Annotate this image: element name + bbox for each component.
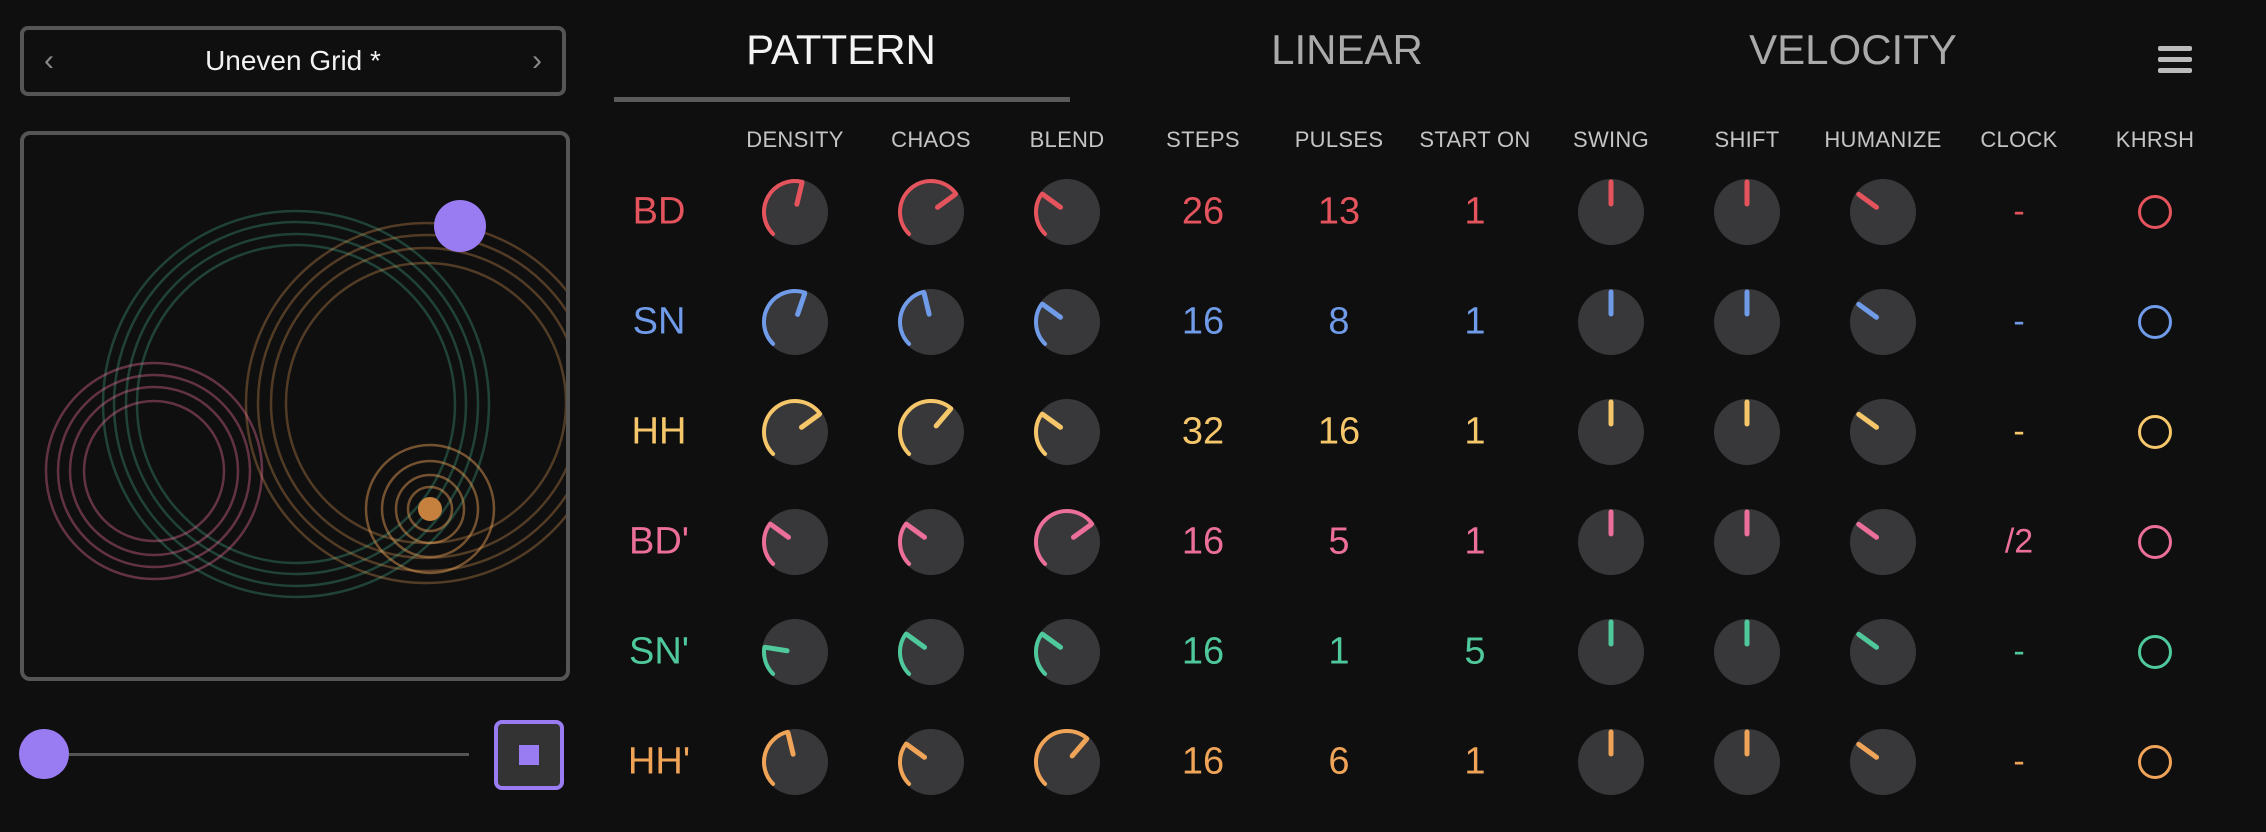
shift-knob-sn[interactable] xyxy=(1712,287,1782,357)
xy-handle[interactable] xyxy=(434,200,486,252)
swing-knob-hh[interactable] xyxy=(1576,397,1646,467)
clock-value-hh-prime[interactable]: - xyxy=(2013,743,2024,782)
start-on-value-bd-prime[interactable]: 1 xyxy=(1464,521,1485,564)
blend-knob-hh-prime[interactable] xyxy=(1032,727,1102,797)
row-label-bd-prime: BD' xyxy=(628,520,690,563)
row-label-sn: SN xyxy=(632,300,686,343)
swing-knob-sn-prime[interactable] xyxy=(1576,617,1646,687)
humanize-knob-hh-prime[interactable] xyxy=(1848,727,1918,797)
humanize-knob-sn[interactable] xyxy=(1848,287,1918,357)
pulses-value-sn[interactable]: 8 xyxy=(1328,301,1349,344)
row-label-hh-prime: HH' xyxy=(627,740,691,783)
steps-value-sn[interactable]: 16 xyxy=(1182,301,1224,344)
column-header-humanize: HUMANIZE xyxy=(1824,127,1942,152)
swing-knob-bd-prime[interactable] xyxy=(1576,507,1646,577)
column-header-chaos: CHAOS xyxy=(891,127,971,152)
pulses-value-hh[interactable]: 16 xyxy=(1318,411,1360,454)
steps-value-sn-prime[interactable]: 16 xyxy=(1182,631,1224,674)
khrsh-toggle-hh[interactable] xyxy=(2138,415,2172,449)
row-label-sn-prime: SN' xyxy=(628,630,690,673)
visualizer-canvas xyxy=(44,209,566,599)
clock-value-hh[interactable]: - xyxy=(2013,413,2024,452)
chaos-knob-hh-prime[interactable] xyxy=(896,727,966,797)
density-knob-bd-prime[interactable] xyxy=(760,507,830,577)
column-header-steps: STEPS xyxy=(1166,127,1240,152)
steps-value-hh[interactable]: 32 xyxy=(1182,411,1224,454)
density-knob-bd[interactable] xyxy=(760,177,830,247)
pulses-value-sn-prime[interactable]: 1 xyxy=(1328,631,1349,674)
tab-linear[interactable]: LINEAR xyxy=(1271,26,1423,74)
start-on-value-sn-prime[interactable]: 5 xyxy=(1464,631,1485,674)
clock-value-sn[interactable]: - xyxy=(2013,303,2024,342)
stop-icon xyxy=(519,745,539,765)
density-knob-hh[interactable] xyxy=(760,397,830,467)
steps-value-hh-prime[interactable]: 16 xyxy=(1182,741,1224,784)
slider-track[interactable] xyxy=(44,753,469,756)
preset-selector: ‹ Uneven Grid * › xyxy=(20,26,566,96)
khrsh-toggle-bd[interactable] xyxy=(2138,195,2172,229)
start-on-value-bd[interactable]: 1 xyxy=(1464,191,1485,234)
swing-knob-sn[interactable] xyxy=(1576,287,1646,357)
row-label-bd: BD xyxy=(632,190,686,233)
density-knob-hh-prime[interactable] xyxy=(760,727,830,797)
shift-knob-bd-prime[interactable] xyxy=(1712,507,1782,577)
shift-knob-hh-prime[interactable] xyxy=(1712,727,1782,797)
khrsh-toggle-hh-prime[interactable] xyxy=(2138,745,2172,779)
chevron-left-icon[interactable]: ‹ xyxy=(24,46,74,76)
pulses-value-bd[interactable]: 13 xyxy=(1318,191,1360,234)
chaos-knob-sn-prime[interactable] xyxy=(896,617,966,687)
blend-knob-sn-prime[interactable] xyxy=(1032,617,1102,687)
steps-value-bd[interactable]: 26 xyxy=(1182,191,1224,234)
humanize-knob-bd-prime[interactable] xyxy=(1848,507,1918,577)
start-on-value-sn[interactable]: 1 xyxy=(1464,301,1485,344)
khrsh-toggle-sn-prime[interactable] xyxy=(2138,635,2172,669)
swing-knob-hh-prime[interactable] xyxy=(1576,727,1646,797)
chevron-right-icon[interactable]: › xyxy=(512,46,562,76)
chaos-knob-bd-prime[interactable] xyxy=(896,507,966,577)
clock-value-bd-prime[interactable]: /2 xyxy=(2005,523,2033,562)
pulses-value-bd-prime[interactable]: 5 xyxy=(1328,521,1349,564)
blend-knob-bd[interactable] xyxy=(1032,177,1102,247)
stop-button[interactable] xyxy=(494,720,564,790)
steps-value-bd-prime[interactable]: 16 xyxy=(1182,521,1224,564)
slider-thumb[interactable] xyxy=(19,729,69,779)
density-knob-sn-prime[interactable] xyxy=(760,617,830,687)
column-header-khrsh: KHRSH xyxy=(2115,127,2195,152)
shift-knob-sn-prime[interactable] xyxy=(1712,617,1782,687)
swing-knob-bd[interactable] xyxy=(1576,177,1646,247)
humanize-knob-sn-prime[interactable] xyxy=(1848,617,1918,687)
blend-knob-hh[interactable] xyxy=(1032,397,1102,467)
pulses-value-hh-prime[interactable]: 6 xyxy=(1328,741,1349,784)
humanize-knob-hh[interactable] xyxy=(1848,397,1918,467)
pattern-visualizer[interactable] xyxy=(20,131,570,681)
tab-velocity[interactable]: VELOCITY xyxy=(1749,26,1957,74)
column-header-blend: BLEND xyxy=(1029,127,1105,152)
chaos-knob-bd[interactable] xyxy=(896,177,966,247)
row-label-hh: HH xyxy=(631,410,687,453)
hamburger-menu-icon[interactable] xyxy=(2158,46,2192,74)
start-on-value-hh[interactable]: 1 xyxy=(1464,411,1485,454)
column-header-shift: SHIFT xyxy=(1714,127,1780,152)
column-header-swing: SWING xyxy=(1572,127,1650,152)
column-header-start-on: START ON xyxy=(1419,127,1531,152)
blend-knob-sn[interactable] xyxy=(1032,287,1102,357)
khrsh-toggle-bd-prime[interactable] xyxy=(2138,525,2172,559)
tab-pattern[interactable]: PATTERN xyxy=(746,26,936,74)
shift-knob-bd[interactable] xyxy=(1712,177,1782,247)
column-header-clock: CLOCK xyxy=(1980,127,2058,152)
humanize-knob-bd[interactable] xyxy=(1848,177,1918,247)
chaos-knob-hh[interactable] xyxy=(896,397,966,467)
shift-knob-hh[interactable] xyxy=(1712,397,1782,467)
active-tab-underline xyxy=(614,97,1070,102)
column-header-pulses: PULSES xyxy=(1294,127,1384,152)
blend-knob-bd-prime[interactable] xyxy=(1032,507,1102,577)
chaos-knob-sn[interactable] xyxy=(896,287,966,357)
clock-value-bd[interactable]: - xyxy=(2013,193,2024,232)
start-on-value-hh-prime[interactable]: 1 xyxy=(1464,741,1485,784)
column-header-density: DENSITY xyxy=(746,127,844,152)
preset-name[interactable]: Uneven Grid * xyxy=(205,45,381,77)
clock-value-sn-prime[interactable]: - xyxy=(2013,633,2024,672)
density-knob-sn[interactable] xyxy=(760,287,830,357)
khrsh-toggle-sn[interactable] xyxy=(2138,305,2172,339)
